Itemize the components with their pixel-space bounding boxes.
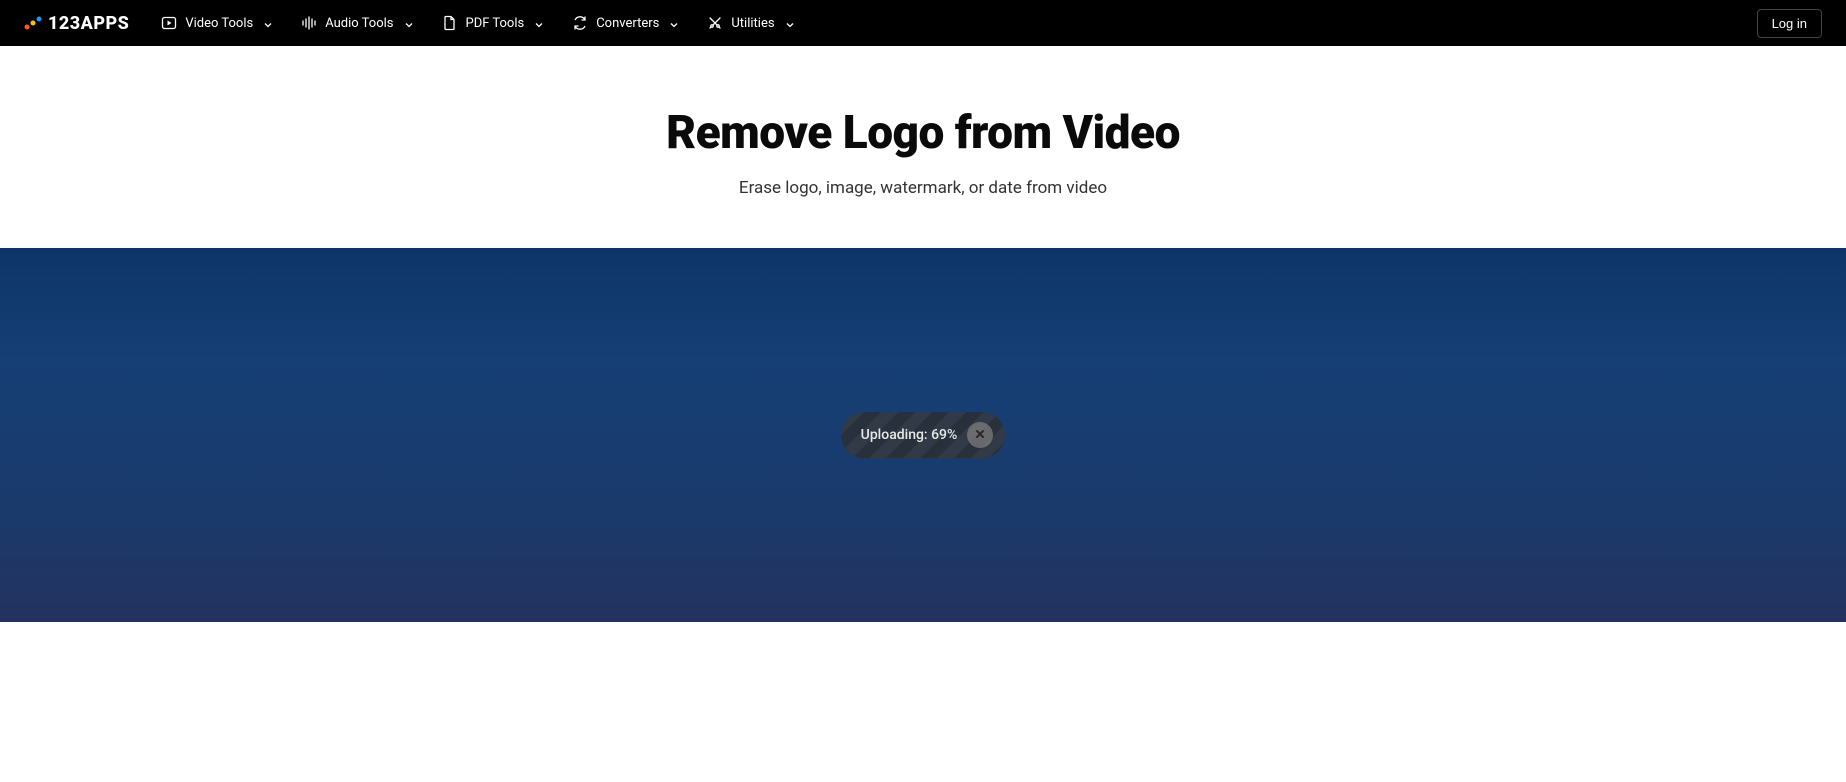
nav-label: Audio Tools: [325, 16, 393, 31]
logo-text: 123APPS: [48, 13, 129, 34]
nav-audio-tools[interactable]: Audio Tools: [301, 15, 411, 31]
file-icon: [442, 15, 458, 31]
cancel-upload-button[interactable]: [967, 422, 993, 448]
login-button[interactable]: Log in: [1757, 9, 1822, 38]
upload-status-text: Uploading: 69%: [861, 427, 958, 443]
chevron-down-icon: [404, 19, 412, 27]
chevron-down-icon: [785, 19, 793, 27]
nav-utilities[interactable]: Utilities: [707, 15, 792, 31]
nav-label: Converters: [596, 16, 659, 31]
main-nav: Video Tools Audio Tools: [161, 15, 792, 31]
page-subtitle: Erase logo, image, watermark, or date fr…: [20, 178, 1826, 198]
app-header: 123APPS Video Tools: [0, 0, 1846, 46]
chevron-down-icon: [534, 19, 542, 27]
convert-icon: [572, 15, 588, 31]
nav-label: Utilities: [731, 16, 774, 31]
tools-icon: [707, 15, 723, 31]
audio-wave-icon: [301, 15, 317, 31]
upload-status-pill: Uploading: 69%: [841, 412, 1006, 458]
close-icon: [974, 428, 986, 443]
work-area: Uploading: 69%: [0, 248, 1846, 622]
logo-dots-icon: [24, 16, 42, 30]
chevron-down-icon: [263, 19, 271, 27]
nav-converters[interactable]: Converters: [572, 15, 677, 31]
nav-label: Video Tools: [185, 16, 253, 31]
nav-label: PDF Tools: [466, 16, 525, 31]
chevron-down-icon: [669, 19, 677, 27]
nav-video-tools[interactable]: Video Tools: [161, 15, 271, 31]
logo-link[interactable]: 123APPS: [24, 13, 129, 34]
page-title: Remove Logo from Video: [20, 106, 1826, 160]
nav-pdf-tools[interactable]: PDF Tools: [442, 15, 543, 31]
header-left: 123APPS Video Tools: [24, 13, 793, 34]
play-square-icon: [161, 15, 177, 31]
title-section: Remove Logo from Video Erase logo, image…: [0, 46, 1846, 248]
